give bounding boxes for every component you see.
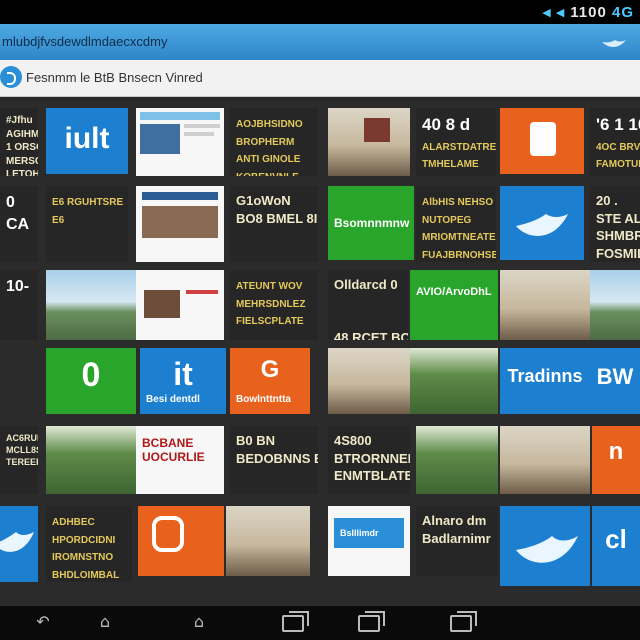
recent-apps-icon[interactable]	[358, 611, 385, 632]
tile-screenshot[interactable]: Bslllimdr	[328, 506, 410, 576]
tile-green[interactable]: Bsomnnmnw	[328, 186, 414, 260]
tile-text[interactable]: ADHBEC HPORDCIDNI IROMNSTNO BHDLOIMBAL	[46, 506, 132, 582]
tile-app[interactable]	[138, 506, 224, 576]
tile-caption: AVIO/ArvoDhL	[416, 286, 492, 298]
tile-app[interactable]: cl	[592, 506, 640, 586]
tile-logo-text: n	[608, 438, 624, 465]
tile-caption: Bsomnnmnw	[334, 216, 410, 230]
back-icon[interactable]: ⌂	[92, 614, 118, 630]
recent-apps-icon[interactable]	[282, 611, 309, 632]
system-nav-bar: ↶ ⌂ ⌂	[0, 606, 640, 640]
tile-photo[interactable]	[46, 426, 136, 494]
tile-photo[interactable]	[328, 348, 410, 414]
tile-caption: Bowlnttntta	[236, 394, 291, 405]
signal-icon: ◂ ◂	[542, 4, 566, 21]
tile-text[interactable]: #Jfhu AGIHM 1 ORSOPL MERSCW LETOHUJ	[0, 108, 38, 176]
tile-logo-text: iult	[64, 122, 110, 155]
status-bar: ◂ ◂ 1100 4G	[0, 0, 640, 24]
tile-photo[interactable]	[410, 348, 498, 414]
clock-text: 1100	[570, 4, 607, 21]
tile-app[interactable]: n	[592, 426, 640, 494]
tile-text-lines: AlbHIS NEHSO NUTOPEG MRIOMTNEATE FUAJBRN…	[422, 197, 496, 261]
tile-text-lines: ALARSTDATRE TMHELAME MERIDEPTUNS FDOMSDE…	[422, 141, 496, 171]
bird-icon	[0, 532, 34, 552]
bird-icon	[516, 536, 578, 563]
tile-text[interactable]: 40 8 d ALARSTDATRE TMHELAME MERIDEPTUNS …	[416, 108, 496, 176]
tile-photo[interactable]	[500, 426, 590, 494]
tile-text[interactable]: B0 BN BEDOBNNS B5	[230, 426, 318, 494]
page-title-bar: Fesnmm le BtB Bnsecn Vinred	[0, 60, 640, 97]
tile-photo[interactable]	[46, 270, 136, 340]
page-title: Fesnmm le BtB Bnsecn Vinred	[26, 70, 203, 85]
tile-photo[interactable]	[500, 270, 590, 340]
tile-text[interactable]: Alnaro dm Badlarnimr	[416, 506, 498, 576]
tile-twitter[interactable]	[500, 506, 590, 586]
tile-text-lines: 4OC BRVLMLE FAMOTURE IESTDECTS AUFHETOLE	[596, 141, 640, 171]
tile-iult[interactable]: iult	[46, 108, 128, 174]
tile-screenshot[interactable]	[136, 108, 224, 176]
tile-text[interactable]: Olldarcd 0 48 RCET BO	[328, 270, 408, 340]
tile-photo[interactable]	[328, 108, 410, 176]
tile-app[interactable]: 0	[46, 348, 136, 414]
tile-text-lines: E6 RGUHTSRE E6	[52, 197, 124, 226]
tile-text[interactable]: 20 . STE ALALVIE SHMBRENGAE FOSMILUTE	[590, 186, 640, 262]
recent-apps-icon[interactable]	[450, 611, 477, 632]
tile-photo[interactable]	[590, 270, 640, 340]
tile-text[interactable]: 0 CA	[0, 186, 38, 262]
url-text: mlubdjfvsdewdlmdaecxcdmy	[2, 34, 168, 49]
tile-screenshot[interactable]	[136, 186, 224, 262]
tile-text[interactable]: AlbHIS NEHSO NUTOPEG MRIOMTNEATE FUAJBRN…	[416, 186, 496, 262]
tile-heading: Olldarcd 0	[334, 277, 398, 292]
tile-text-lines: AOJBHSIDNO BROPHERM ANTI GINOLE KOBENVNL…	[236, 119, 303, 176]
tile-text[interactable]: ATEUNT WOV MEHRSDNLEZ FIELSCPLATE	[230, 270, 318, 340]
tile-logo-text: BW	[596, 364, 634, 389]
home-icon[interactable]: ⌂	[186, 614, 212, 630]
tile-logo-text: 0	[81, 356, 101, 394]
tile-photo[interactable]	[416, 426, 498, 494]
tile-logo-text: G	[260, 356, 280, 383]
tile-app[interactable]: BW	[590, 348, 640, 414]
tile-twitter[interactable]	[500, 186, 584, 260]
tile-photo[interactable]	[226, 506, 310, 576]
tile-green[interactable]: AVIO/ArvoDhL	[410, 270, 498, 340]
tile-text[interactable]: '6 1 10 4OC BRVLMLE FAMOTURE IESTDECTS A…	[590, 108, 640, 176]
tile-text[interactable]: G1oWoN BO8 BMEL 8I	[230, 186, 318, 262]
tile-caption: Besi dentdl	[146, 394, 200, 405]
app-icon[interactable]	[0, 66, 22, 88]
tile-text[interactable]: 4S800 BTRORNNEE ENMTBLATEA	[328, 426, 410, 494]
tile-app[interactable]: it Besi dentdl	[140, 348, 226, 414]
tile-text-lines: ATEUNT WOV MEHRSDNLEZ FIELSCPLATE	[236, 281, 306, 328]
app-icon	[152, 516, 184, 552]
tile-caption: BCBANE UOCURLIE	[142, 436, 205, 464]
network-text: 4G	[611, 4, 634, 21]
tile-logo-text: Tradinns	[507, 366, 583, 386]
app-icon	[530, 122, 556, 156]
tile-text[interactable]: AOJBHSIDNO BROPHERM ANTI GINOLE KOBENVNL…	[230, 108, 318, 176]
tile-logo-text: cl	[605, 524, 627, 554]
address-bar[interactable]: mlubdjfvsdewdlmdaecxcdmy	[0, 24, 640, 60]
tile-grid: #Jfhu AGIHM 1 ORSOPL MERSCW LETOHUJ iult…	[0, 100, 640, 606]
tile-screenshot[interactable]: BCBANE UOCURLIE	[136, 426, 224, 494]
tile-number: 40 8 d	[422, 115, 471, 134]
bird-icon	[516, 214, 568, 236]
tile-twitter[interactable]	[0, 506, 38, 582]
tile-text[interactable]: AC6RUE MCLL8SE TEREEPT	[0, 426, 38, 494]
back-icon[interactable]: ↶	[30, 614, 56, 630]
tile-screenshot[interactable]	[136, 270, 224, 340]
tile-heading: 48 RCET BO	[334, 329, 408, 340]
tile-text[interactable]: 10-	[0, 270, 38, 340]
status-indicators: ◂ ◂ 1100 4G	[543, 3, 634, 21]
tile-app[interactable]	[500, 108, 584, 174]
tile-app[interactable]: G Bowlnttntta	[230, 348, 310, 414]
tile-caption: Bslllimdr	[340, 528, 379, 538]
tile-logo-text: it	[173, 356, 193, 392]
tile-number: '6 1 10	[596, 115, 640, 134]
tile-text-lines: ADHBEC HPORDCIDNI IROMNSTNO BHDLOIMBAL	[52, 517, 120, 581]
tile-app[interactable]: Tradinns	[500, 348, 590, 414]
bird-icon	[602, 40, 626, 47]
tile-text[interactable]: E6 RGUHTSRE E6	[46, 186, 128, 262]
